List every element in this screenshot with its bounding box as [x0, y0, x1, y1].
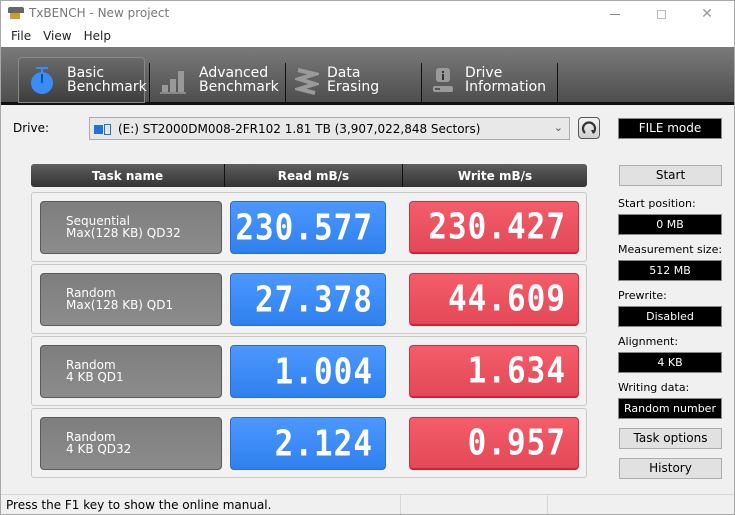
drive-select[interactable]: (E:) ST2000DM008-2FR102 1.81 TB (3,907,0…	[89, 117, 570, 140]
tab-label-line1: Drive	[465, 65, 503, 81]
tab-label-line1: Basic	[67, 65, 105, 81]
minimize-button[interactable]	[592, 1, 638, 27]
read-value: 1.004	[230, 345, 386, 398]
write-value-text: 44.609	[448, 278, 566, 320]
window-title: TxBENCH - New project	[29, 6, 170, 20]
title-bar: TxBENCH - New project ✕	[1, 1, 734, 27]
read-value: 27.378	[230, 273, 386, 326]
tab-advanced-benchmark[interactable]: Advanced Benchmark	[159, 57, 284, 103]
header-read: Read mB/s	[225, 164, 403, 187]
task-options-button[interactable]: Task options	[619, 428, 722, 449]
task-name-line2: 4 KB QD1	[66, 370, 124, 384]
tab-basic-benchmark[interactable]: Basic Benchmark	[18, 57, 147, 103]
write-value: 0.957	[409, 417, 579, 470]
alignment-label: Alignment:	[618, 335, 679, 348]
task-button-random-4k-qd32[interactable]: Random 4 KB QD32	[40, 417, 222, 470]
read-value-text: 1.004	[274, 350, 373, 393]
main-toolbar: Basic Benchmark Advanced Benchmark Data Er…	[1, 47, 734, 105]
eraser-icon	[291, 65, 323, 95]
mode-indicator: FILE mode	[618, 118, 722, 139]
minimize-icon	[610, 13, 620, 15]
status-text: Press the F1 key to show the online manu…	[1, 495, 401, 514]
menu-help[interactable]: Help	[78, 27, 117, 47]
tab-divider	[149, 63, 150, 103]
start-position-field[interactable]: 0 MB	[618, 214, 722, 235]
read-value-text: 2.124	[274, 422, 373, 465]
results-header: Task name Read mB/s Write mB/s	[31, 164, 587, 187]
tab-drive-information[interactable]: Drive Information	[431, 57, 556, 103]
refresh-icon	[581, 121, 597, 134]
measurement-size-label: Measurement size:	[618, 243, 723, 256]
close-icon: ✕	[701, 6, 713, 22]
chevron-down-icon: ⌄	[553, 121, 563, 134]
status-cell	[401, 495, 548, 514]
read-value-text: 230.577	[235, 206, 373, 249]
drive-selected-value: (E:) ST2000DM008-2FR102 1.81 TB (3,907,0…	[118, 121, 481, 136]
result-row: Sequential Max(128 KB) QD32 230.577 230.…	[31, 192, 587, 262]
task-name-line2: Max(128 KB) QD1	[66, 298, 174, 312]
menu-view[interactable]: View	[37, 27, 77, 47]
start-button[interactable]: Start	[619, 165, 722, 186]
task-name-line2: 4 KB QD32	[66, 442, 132, 456]
task-button-random-128k-qd1[interactable]: Random Max(128 KB) QD1	[40, 273, 222, 326]
writing-data-field[interactable]: Random number	[618, 398, 722, 419]
write-value-text: 230.427	[428, 206, 566, 248]
result-row: Random Max(128 KB) QD1 27.378 44.609	[31, 264, 587, 334]
write-value: 1.634	[409, 345, 579, 398]
maximize-button[interactable]	[638, 1, 684, 27]
alignment-field[interactable]: 4 KB	[618, 352, 722, 373]
status-bar: Press the F1 key to show the online manu…	[1, 494, 734, 514]
drive-info-icon	[431, 65, 457, 95]
result-row: Random 4 KB QD32 2.124 0.957	[31, 408, 587, 478]
tab-label-line2: Information	[465, 79, 547, 95]
close-button[interactable]: ✕	[684, 1, 730, 27]
app-window: TxBENCH - New project ✕ File View Help B…	[0, 0, 735, 515]
prewrite-label: Prewrite:	[618, 289, 667, 302]
start-position-label: Start position:	[618, 197, 696, 210]
app-icon	[8, 7, 24, 20]
menu-file[interactable]: File	[5, 27, 37, 47]
read-value-text: 27.378	[255, 278, 373, 321]
tab-label-line2: Benchmark	[67, 79, 147, 95]
writing-data-label: Writing data:	[618, 381, 690, 394]
write-value: 44.609	[409, 273, 579, 326]
tab-divider	[285, 63, 286, 103]
tab-data-erasing[interactable]: Data Erasing	[291, 57, 415, 103]
drive-label: Drive:	[13, 121, 50, 135]
refresh-drives-button[interactable]	[578, 117, 600, 139]
bar-chart-icon	[159, 65, 189, 95]
task-button-random-4k-qd1[interactable]: Random 4 KB QD1	[40, 345, 222, 398]
read-value: 2.124	[230, 417, 386, 470]
history-button[interactable]: History	[619, 458, 722, 479]
task-button-sequential[interactable]: Sequential Max(128 KB) QD32	[40, 201, 222, 254]
write-value-text: 1.634	[467, 350, 566, 392]
menu-bar: File View Help	[1, 27, 734, 47]
header-task-name: Task name	[31, 164, 225, 187]
measurement-size-field[interactable]: 512 MB	[618, 260, 722, 281]
read-value: 230.577	[230, 201, 386, 254]
stopwatch-icon	[27, 65, 57, 95]
tab-label-line1: Advanced	[199, 65, 269, 81]
result-row: Random 4 KB QD1 1.004 1.634	[31, 336, 587, 406]
write-value: 230.427	[409, 201, 579, 254]
tab-label: Data Erasing	[327, 65, 380, 95]
write-value-text: 0.957	[467, 422, 566, 464]
task-name-line2: Max(128 KB) QD32	[66, 226, 181, 240]
tab-label-line2: Benchmark	[199, 79, 279, 95]
prewrite-field[interactable]: Disabled	[618, 306, 722, 327]
maximize-icon	[656, 9, 666, 19]
drive-icon	[94, 123, 112, 135]
tab-divider	[557, 63, 558, 103]
tab-divider	[421, 63, 422, 103]
header-write: Write mB/s	[457, 168, 533, 183]
